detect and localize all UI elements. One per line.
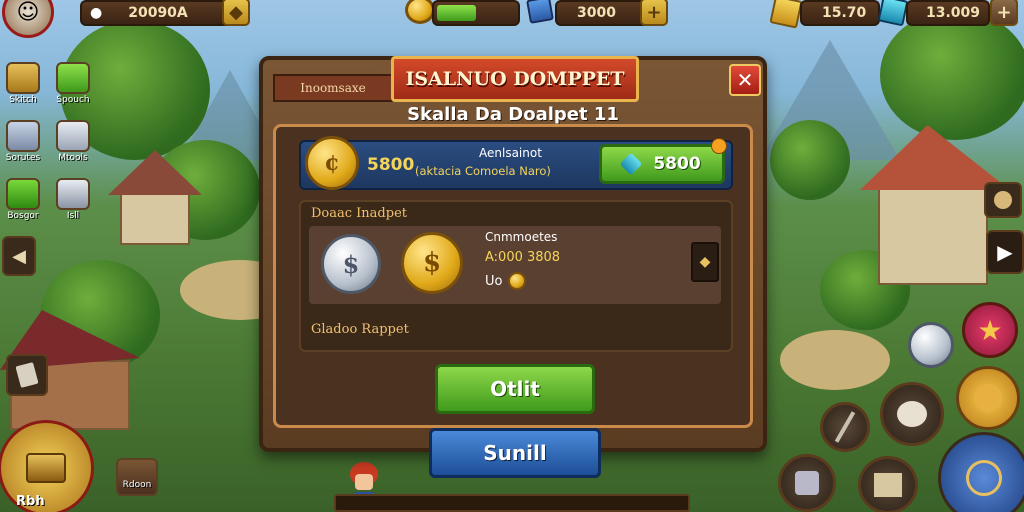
gem-bar: 13.009 (906, 0, 990, 26)
card-title: Cnmmoetes (485, 230, 558, 244)
tree (880, 10, 1024, 140)
menu-item-label: Spouch (56, 95, 90, 105)
treasure-button[interactable] (0, 420, 94, 512)
gold-coin-icon: $ (401, 232, 463, 294)
offer-row: ¢ 5800 Aenlsainot (aktacia Comoela Naro)… (299, 136, 733, 190)
details-panel: Doaac Inadpet $ $ Cnmmoetes A:000 3808 U… (299, 200, 733, 352)
player-score: 20090A (128, 5, 188, 21)
card-extra-label: Uo (485, 273, 503, 289)
dirt-path (780, 330, 890, 390)
offer-heading: Aenlsainot (479, 146, 542, 160)
house (120, 190, 190, 245)
gold-bar: 15.70 (800, 0, 880, 26)
pet-button[interactable] (880, 382, 944, 446)
modal-tab[interactable]: Inoomsaxe (273, 74, 393, 102)
gem-add-button[interactable]: + (990, 0, 1018, 26)
pot-icon (994, 191, 1012, 209)
note-button[interactable] (6, 354, 48, 396)
menu-item-skitch[interactable]: Skitch (4, 62, 42, 105)
menu-item-mtools[interactable]: Mtools (54, 120, 92, 163)
gold-value: 15.70 (822, 5, 867, 21)
card-extra: Uo (485, 272, 527, 290)
menu-item-bosgor[interactable]: Bosgor (4, 178, 42, 221)
modal-title: ISALNUO DOMPPET (391, 56, 639, 102)
gem-icon (620, 152, 643, 176)
backpack-icon (795, 471, 819, 495)
house (878, 185, 988, 285)
energy-fill (437, 5, 476, 21)
gold-coin-icon: ¢ (305, 136, 359, 190)
scroll-icon (116, 458, 158, 496)
backpack-button[interactable] (778, 454, 836, 512)
menu-item-isll[interactable]: Isll (54, 178, 92, 221)
details-card: $ $ Cnmmoetes A:000 3808 Uo ◆ (309, 226, 721, 304)
book-icon (526, 0, 554, 24)
gift-icon (56, 62, 90, 94)
treasure-label: Rbh (16, 494, 45, 509)
menu-item-label: Skitch (9, 95, 37, 105)
details-header: Doaac Inadpet (311, 206, 407, 221)
box-icon (874, 473, 902, 497)
offer-amount: 5800 (367, 155, 415, 175)
offer-badge (711, 138, 727, 154)
score-marker-icon: ● (90, 5, 103, 21)
star-button[interactable]: ★ (962, 302, 1018, 358)
close-button[interactable]: ✕ (729, 64, 761, 96)
left-arrow-button[interactable]: ◀ (2, 236, 36, 276)
menu-item-label: Bosgor (7, 211, 39, 221)
green-gift-icon (6, 178, 40, 210)
energy-value: 3000 (577, 5, 616, 21)
menu-item-label: Rdoon (122, 480, 152, 490)
score-add-button[interactable]: ◆ (222, 0, 250, 26)
bottom-chat-bar[interactable] (334, 494, 690, 512)
menu-item-label: Isll (66, 211, 80, 221)
compass-icon (966, 460, 1002, 496)
silver-coin-icon: $ (321, 234, 381, 294)
pickaxe-button[interactable] (820, 402, 870, 452)
menu-item-sorutes[interactable]: Sorutes (4, 120, 42, 163)
settings-button[interactable] (984, 182, 1022, 218)
menu-item-rdoon[interactable]: Rdoon (114, 458, 160, 496)
note-icon (15, 362, 39, 388)
menu-item-label: Mtools (58, 153, 88, 163)
energy-bar (432, 0, 520, 26)
menu-item-label: Sorutes (5, 153, 41, 163)
small-coin-icon (508, 272, 527, 290)
card-value: A:000 3808 (485, 250, 561, 265)
chef-icon: ☺ (16, 0, 40, 25)
pet-icon (897, 401, 927, 427)
submit-button[interactable]: Sunill (429, 428, 601, 478)
energy-add-button[interactable]: + (640, 0, 668, 26)
right-arrow-button[interactable]: ▶ (986, 230, 1024, 274)
silver-coin-button[interactable] (908, 322, 954, 368)
offer-description: (aktacia Comoela Naro) (415, 164, 551, 178)
star-icon: ★ (977, 313, 1003, 347)
card-expand-button[interactable]: ◆ (691, 242, 719, 282)
menu-item-spouch[interactable]: Spouch (54, 62, 92, 105)
tree (770, 120, 850, 200)
dialog-modal: Inoomsaxe ISALNUO DOMPPET ✕ Skalla Da Do… (259, 56, 767, 478)
gold-medal-button[interactable] (956, 366, 1020, 430)
chest-icon (6, 120, 40, 152)
offer-buy-button[interactable]: 5800 (599, 144, 725, 184)
offer-button-label: 5800 (653, 154, 701, 174)
badge-icon (56, 178, 90, 210)
treasure-chest-icon (26, 453, 66, 483)
gem-value: 13.009 (926, 5, 981, 21)
details-footer: Gladoo Rappet (311, 322, 409, 337)
medal-icon (974, 384, 1002, 412)
silver-coin-icon (56, 120, 90, 152)
pickaxe-icon (834, 411, 856, 443)
crate-button[interactable] (858, 456, 918, 512)
ok-button[interactable]: Otlit (435, 364, 595, 414)
crate-icon (6, 62, 40, 94)
modal-subtitle: Skalla Da Doalpet 11 (407, 104, 619, 125)
